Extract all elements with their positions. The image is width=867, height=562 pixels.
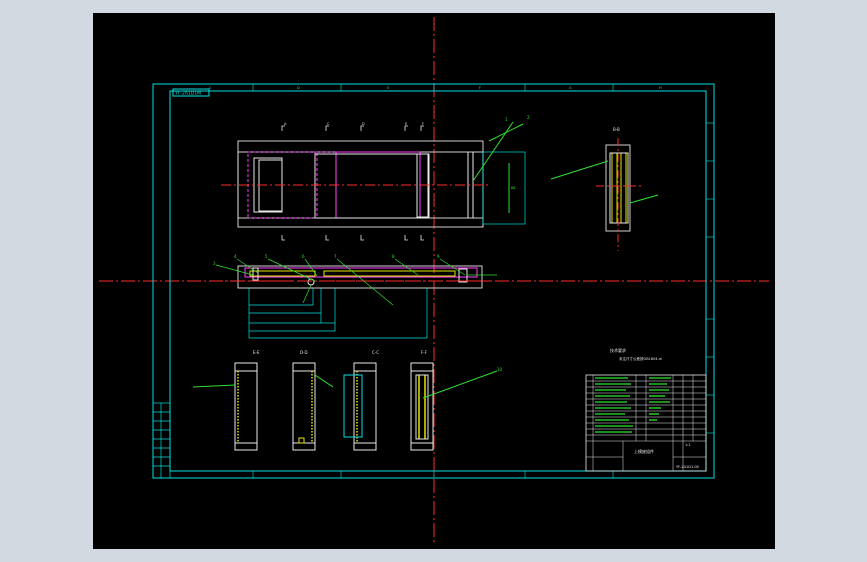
section-views: E-E D-D C-C F-F 10 <box>192 350 503 451</box>
dim-label-top: 88 <box>511 186 515 190</box>
grid-label-top-3: F <box>479 86 481 90</box>
technical-notes: 技术要求 未注尺寸公差按GB1804-m <box>610 347 663 361</box>
title-box-text: YF-2A1D1M <box>174 91 201 97</box>
title-block-scale: 1:1 <box>685 443 691 447</box>
title-box: YF-2A1D1M <box>172 88 210 97</box>
drawing-viewport[interactable]: C D E F G H YF-2A1D1M 1 2 88 A C D E F 3… <box>93 13 775 549</box>
balloon-9: 9 <box>437 254 440 259</box>
section-c-c: C-C <box>343 350 379 451</box>
side-view-b-b: B-B <box>550 127 659 251</box>
section-e-e: E-E <box>192 350 260 451</box>
balloon-6: 6 <box>302 254 305 259</box>
view-label-d-d: D-D <box>300 350 308 355</box>
balloon-3: 3 <box>213 261 216 266</box>
cad-canvas: C D E F G H YF-2A1D1M 1 2 88 A C D E F 3… <box>99 17 769 545</box>
section-d-d: D-D <box>292 350 334 451</box>
section-mark-f: F <box>422 122 424 126</box>
balloon-7: 7 <box>334 254 337 259</box>
section-mark-d: D <box>362 122 365 126</box>
grid-label-top-4: G <box>569 86 572 90</box>
grid-label-top-1: D <box>297 86 300 90</box>
section-f-f: F-F 10 <box>410 350 503 451</box>
balloon-5: 5 <box>265 254 268 259</box>
view-label-f-f: F-F <box>421 350 428 355</box>
grid-label-top-2: E <box>387 86 389 90</box>
leader-2 <box>472 121 514 182</box>
balloon-1: 1 <box>505 117 508 122</box>
title-block-code: YF-2A1D1-00 <box>676 465 699 469</box>
front-view: 3 4 5 6 7 8 9 <box>212 254 498 339</box>
grid-label-top-5: H <box>659 86 662 90</box>
balloon-4: 4 <box>234 254 237 259</box>
top-view: 1 2 88 A C D E F <box>221 115 530 241</box>
section-mark-c: C <box>327 122 330 126</box>
section-mark-e: E <box>405 122 407 126</box>
view-label-e-e: E-E <box>253 350 260 355</box>
balloon-8: 8 <box>392 254 395 259</box>
balloon-10: 10 <box>497 367 503 372</box>
view-label-b-b: B-B <box>613 127 620 132</box>
bom-table: 上模座组件 1:1 YF-2A1D1-00 <box>585 374 707 472</box>
title-block-name: 上模座组件 <box>634 448 654 454</box>
note-title: 技术要求 <box>610 347 626 353</box>
balloon-2: 2 <box>527 115 530 120</box>
section-mark-a: A <box>284 122 287 126</box>
note-text: 未注尺寸公差按GB1804-m <box>619 356 663 361</box>
view-label-c-c: C-C <box>372 350 379 355</box>
revision-table <box>152 402 171 479</box>
